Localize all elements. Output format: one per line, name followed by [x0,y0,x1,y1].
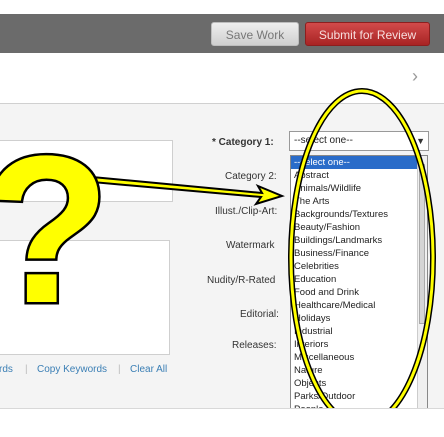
panel-footer [0,408,444,437]
highlight-ellipse [289,89,435,427]
question-mark-icon: ? [0,112,110,347]
annotation-overlay: ? [0,88,436,428]
arrow-icon [91,175,285,206]
